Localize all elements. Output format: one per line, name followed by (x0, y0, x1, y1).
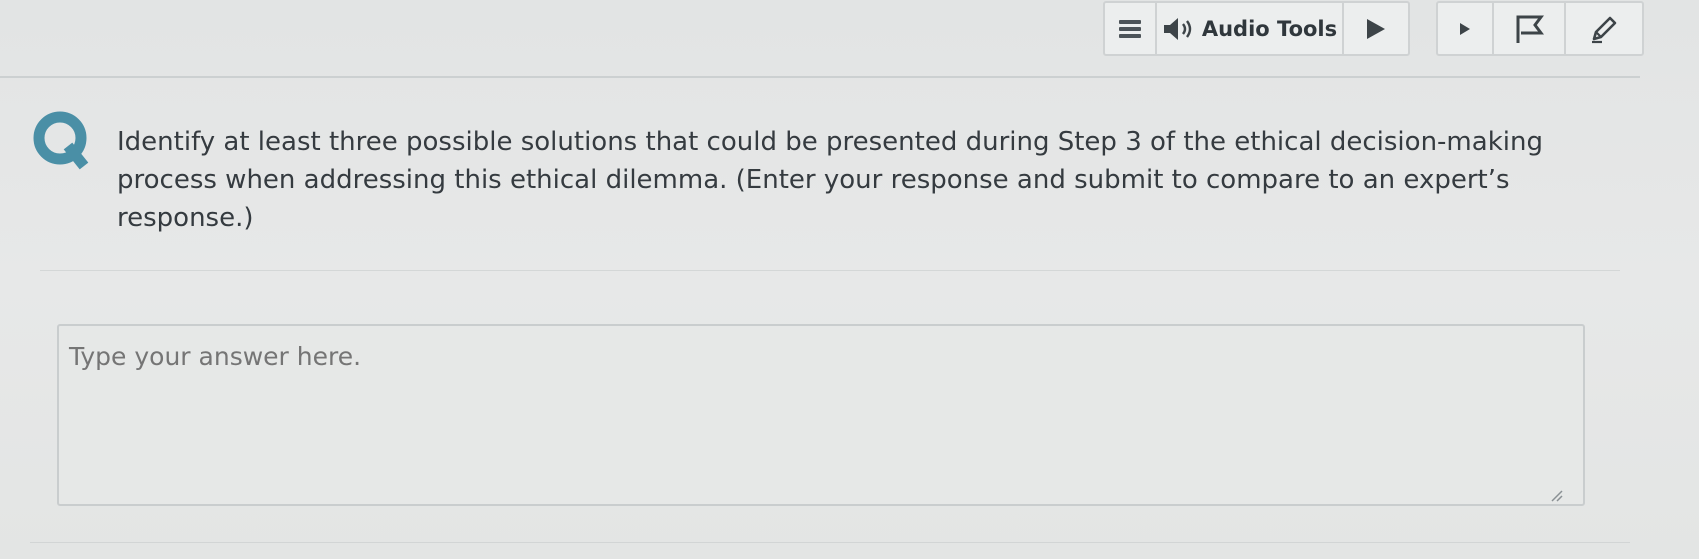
speaker-icon (1163, 17, 1192, 40)
question-icon (33, 111, 89, 170)
play-icon (1367, 18, 1385, 39)
expand-button[interactable] (1438, 3, 1494, 54)
resize-handle-icon[interactable] (1547, 486, 1563, 502)
page: Audio Tools Identify at least three poss… (0, 0, 1699, 559)
question-text: Identify at least three possible solutio… (117, 127, 1543, 233)
flag-button[interactable] (1494, 3, 1566, 54)
tools-toolbar (1436, 1, 1644, 56)
play-button[interactable] (1344, 3, 1408, 54)
footer-divider (30, 542, 1630, 543)
menu-icon (1119, 17, 1141, 41)
audio-tools-button[interactable]: Audio Tools (1157, 3, 1344, 54)
flag-icon (1516, 15, 1544, 43)
section-divider (40, 270, 1620, 271)
menu-button[interactable] (1105, 3, 1157, 54)
small-play-icon (1460, 22, 1470, 35)
pencil-icon (1592, 16, 1617, 43)
pencil-button[interactable] (1566, 3, 1642, 54)
header-divider (0, 76, 1640, 78)
audio-toolbar: Audio Tools (1103, 1, 1410, 56)
answer-input[interactable] (57, 324, 1585, 506)
audio-tools-label: Audio Tools (1201, 16, 1338, 41)
